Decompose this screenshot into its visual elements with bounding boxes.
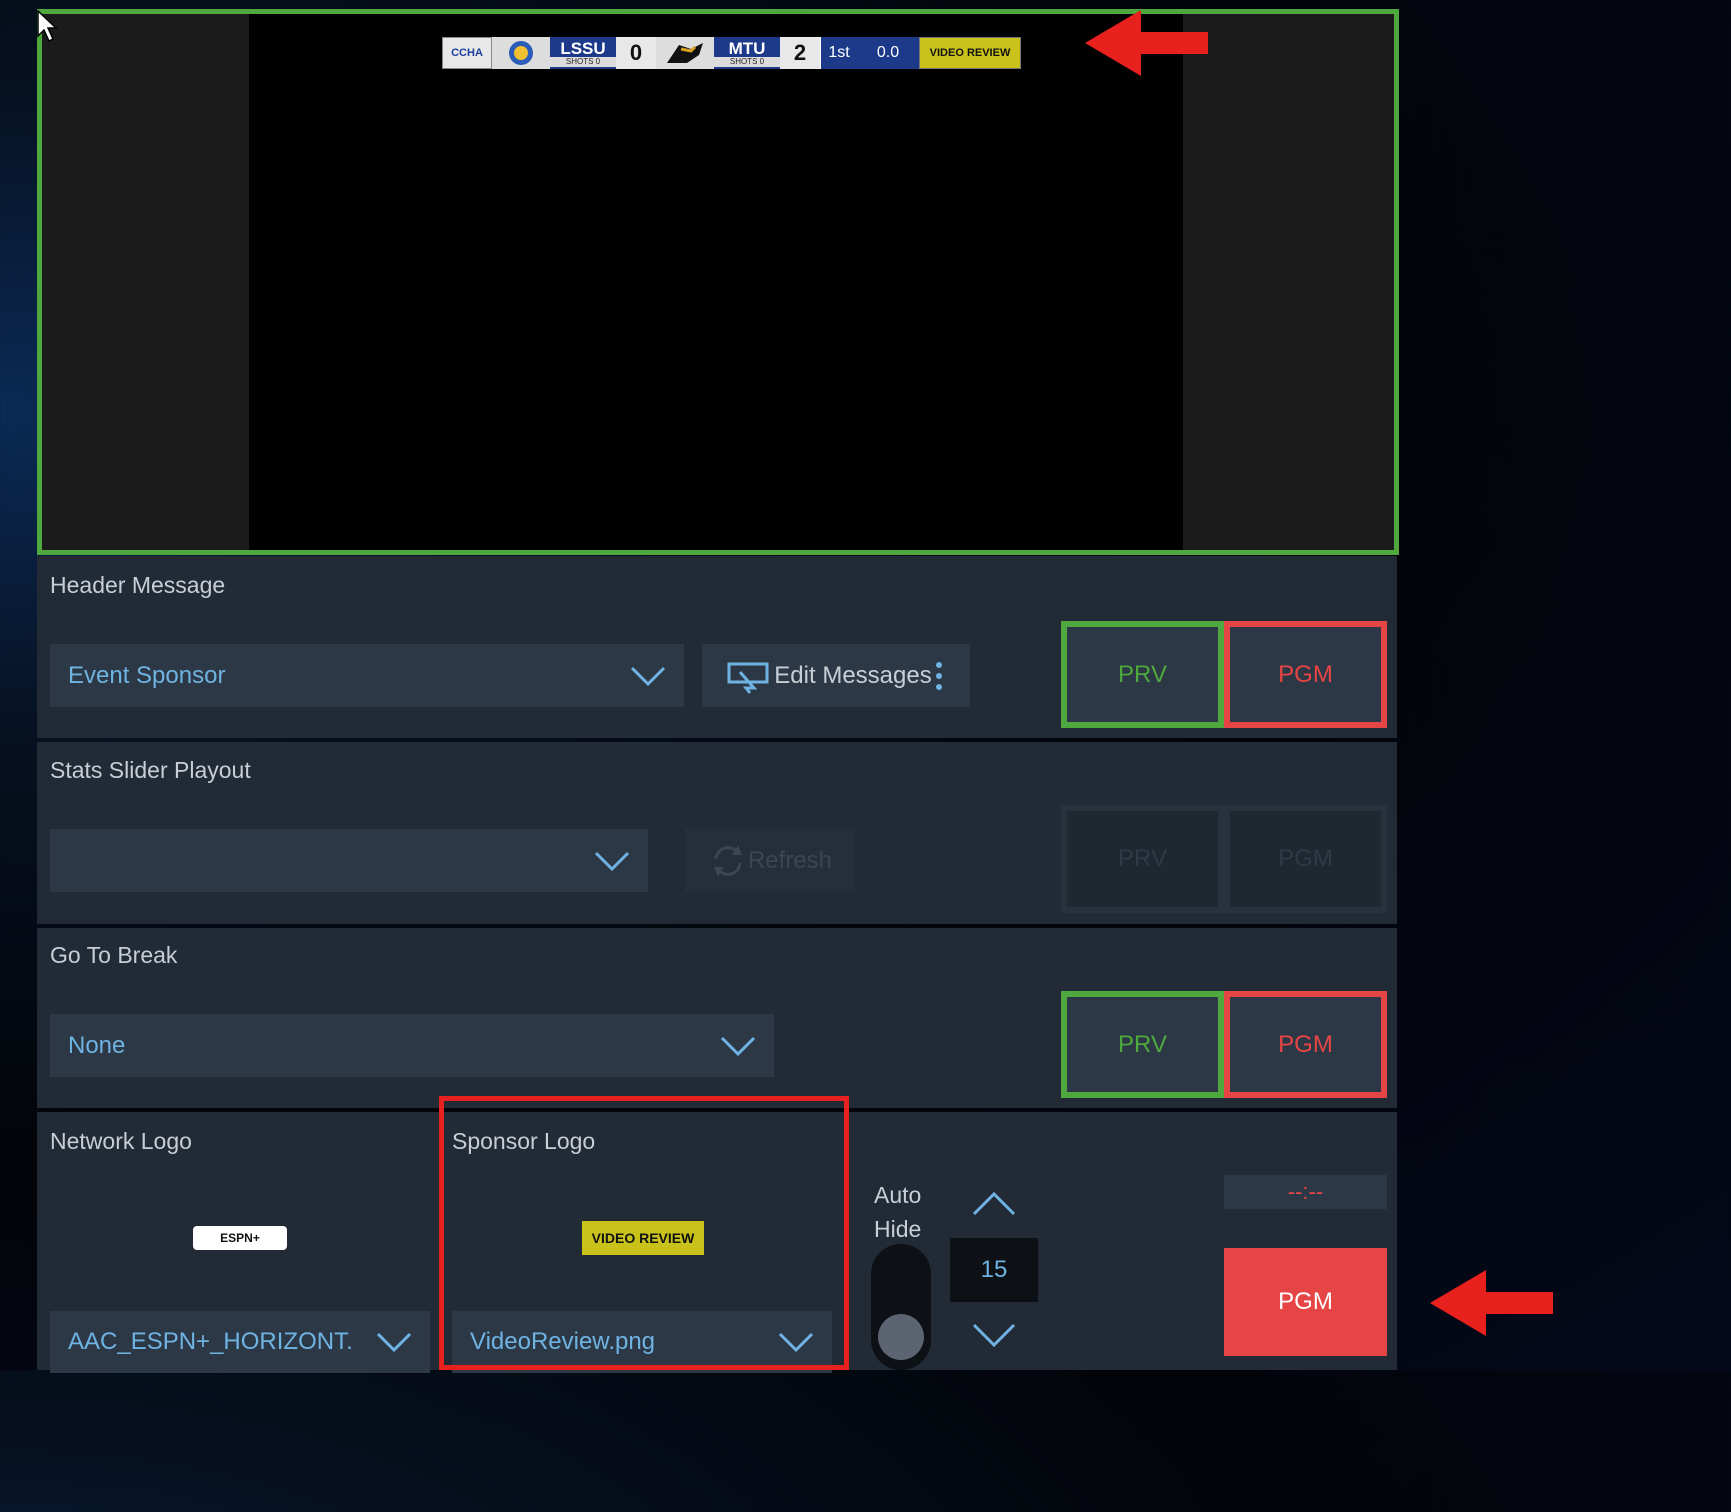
go-to-break-value: None: [68, 1031, 126, 1059]
auto-hide-label: Auto Hide: [874, 1178, 921, 1246]
stats-slider-select[interactable]: [50, 829, 648, 892]
header-message-panel: Header Message Event Sponsor Edit Messag…: [37, 556, 1397, 738]
annotation-box: [439, 1096, 849, 1370]
refresh-icon: [713, 844, 742, 877]
auto-hide-label-line2: Hide: [874, 1216, 922, 1242]
stats-slider-panel: Stats Slider Playout Refresh PRV PGM: [37, 742, 1397, 924]
more-vertical-icon: [935, 661, 942, 690]
away-team-logo-icon: [656, 37, 714, 69]
edit-icon: [727, 662, 769, 694]
chevron-up-icon[interactable]: [972, 1190, 1016, 1216]
league-logo: CCHA: [442, 37, 492, 69]
stats-slider-label: Stats Slider Playout: [50, 757, 251, 783]
home-shots: SHOTS 0: [550, 56, 616, 67]
go-to-break-panel: Go To Break None PRV PGM: [37, 928, 1397, 1108]
break-prv-button[interactable]: PRV: [1061, 991, 1224, 1098]
preview-video: [249, 14, 1183, 550]
go-to-break-select[interactable]: None: [50, 1014, 774, 1077]
logo-pgm-button[interactable]: PGM: [1224, 1248, 1387, 1356]
chevron-down-icon: [376, 1332, 412, 1353]
header-message-label: Header Message: [50, 572, 226, 598]
preview-monitor: CCHA LSSU SHOTS 0 0 MTU SHOTS 0 2 1st 0.…: [37, 9, 1399, 555]
mouse-cursor-icon: [37, 10, 58, 43]
refresh-button[interactable]: Refresh: [685, 829, 855, 892]
refresh-label: Refresh: [747, 846, 833, 874]
edit-messages-button[interactable]: Edit Messages: [702, 644, 970, 707]
video-review-banner: VIDEO REVIEW: [919, 37, 1021, 69]
scorebug: CCHA LSSU SHOTS 0 0 MTU SHOTS 0 2 1st 0.…: [442, 37, 1021, 69]
away-shots: SHOTS 0: [714, 56, 780, 67]
chevron-down-icon: [630, 666, 666, 686]
game-clock: 0.0: [857, 37, 919, 69]
stats-prv-button[interactable]: PRV: [1061, 805, 1224, 913]
network-logo-value: AAC_ESPN+_HORIZONT.: [68, 1328, 353, 1355]
network-logo-text: ESPN+: [220, 1231, 260, 1245]
break-pgm-button[interactable]: PGM: [1224, 991, 1387, 1098]
away-team: MTU SHOTS 0: [714, 37, 780, 69]
annotation-arrow-icon: [1085, 10, 1208, 76]
network-logo-label: Network Logo: [50, 1128, 192, 1154]
period: 1st: [820, 37, 857, 69]
auto-hide-seconds[interactable]: 15: [950, 1238, 1038, 1302]
away-score: 2: [780, 37, 820, 69]
edit-messages-label: Edit Messages: [774, 661, 932, 689]
timer-display: --:--: [1224, 1175, 1387, 1209]
stats-pgm-button[interactable]: PGM: [1224, 805, 1387, 913]
home-team: LSSU SHOTS 0: [550, 37, 616, 69]
auto-hide-toggle[interactable]: [871, 1244, 931, 1370]
chevron-down-icon: [594, 851, 630, 871]
chevron-down-icon: [720, 1036, 756, 1056]
home-score: 0: [616, 37, 656, 69]
header-pgm-button[interactable]: PGM: [1224, 621, 1387, 728]
header-message-value: Event Sponsor: [68, 661, 226, 689]
chevron-down-icon[interactable]: [972, 1323, 1016, 1349]
home-team-name: LSSU: [560, 38, 606, 58]
go-to-break-label: Go To Break: [50, 942, 178, 968]
auto-hide-label-line1: Auto: [874, 1182, 922, 1208]
annotation-arrow-icon: [1430, 1270, 1553, 1336]
header-message-select[interactable]: Event Sponsor: [50, 644, 684, 707]
network-logo-select[interactable]: AAC_ESPN+_HORIZONT.: [50, 1311, 430, 1373]
header-prv-button[interactable]: PRV: [1061, 621, 1224, 728]
home-team-logo-icon: [492, 37, 550, 69]
toggle-knob: [878, 1314, 924, 1360]
away-team-name: MTU: [728, 38, 766, 58]
network-logo-image: ESPN+: [193, 1226, 287, 1250]
